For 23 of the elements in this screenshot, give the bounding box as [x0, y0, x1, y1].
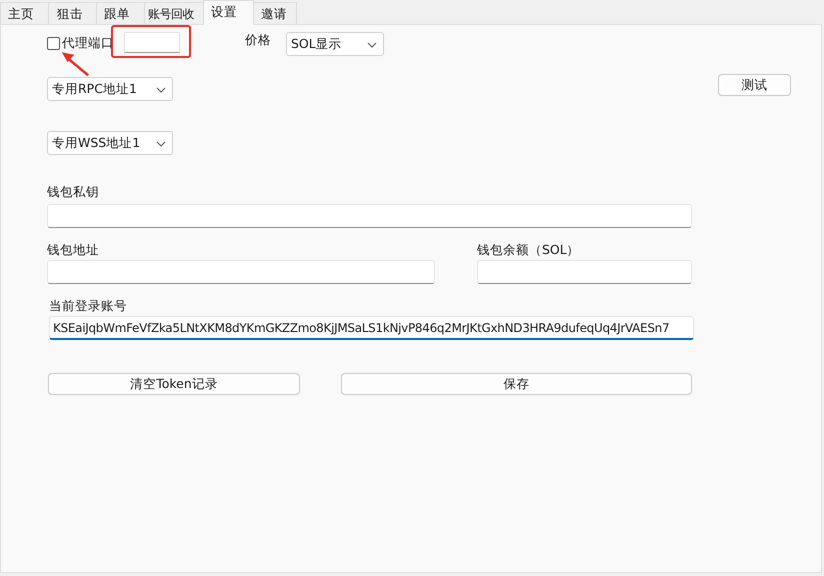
private-key-field[interactable] [47, 204, 692, 228]
wallet-address-label: 钱包地址 [47, 242, 100, 258]
test-button[interactable]: 测试 [718, 74, 791, 96]
account-field[interactable]: KSEaiJqbWmFeVfZka5LNtXKM8dYKmGKZZmo8KjJMSaLS1kNjvP846q2MrJKtGxhND3HRA9dufeqUq4JrVAESn7 [49, 316, 694, 340]
tab[interactable]: 主页 [0, 2, 49, 24]
wallet-balance-label: 钱包余额（SOL） [477, 242, 581, 258]
chevron-down-icon [156, 87, 166, 93]
wallet-balance-field[interactable] [477, 260, 692, 284]
clear-token-button[interactable]: 清空Token记录 [48, 373, 300, 395]
price-dropdown[interactable]: SOL显示 [286, 32, 384, 56]
wss-dropdown[interactable]: 专用WSS地址1 [47, 131, 173, 155]
chevron-down-icon [156, 141, 166, 147]
save-button[interactable]: 保存 [341, 373, 692, 395]
rpc-dropdown[interactable]: 专用RPC地址1 [47, 77, 173, 101]
tab[interactable]: 设置 [203, 0, 254, 25]
chevron-down-icon [367, 42, 377, 48]
checkbox[interactable] [47, 36, 60, 50]
wallet-address-field[interactable] [47, 260, 435, 284]
account-label: 当前登录账号 [49, 298, 128, 314]
price-label: 价格 [245, 32, 272, 49]
private-key-label: 钱包私钥 [47, 184, 100, 200]
tab[interactable]: 邀请 [253, 2, 297, 24]
port-field[interactable] [124, 32, 180, 53]
